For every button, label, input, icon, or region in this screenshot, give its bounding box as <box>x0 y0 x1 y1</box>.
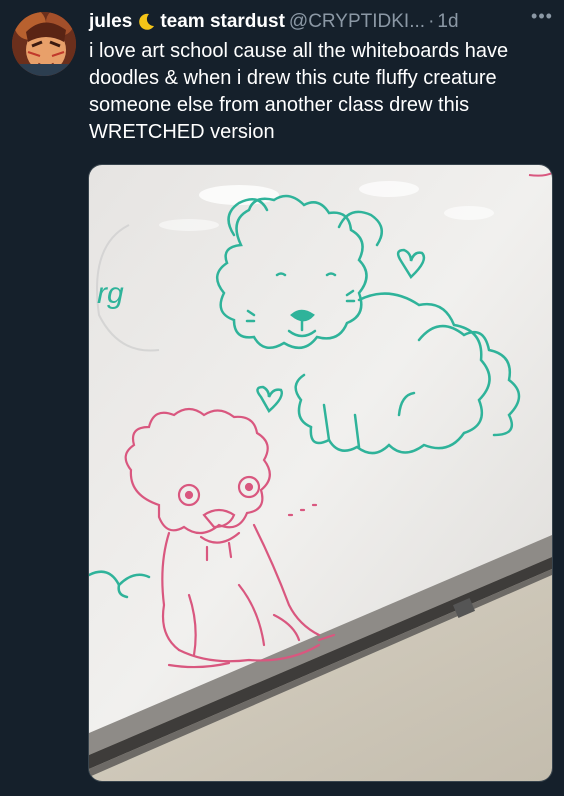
tweet-text: i love art school cause all the whiteboa… <box>89 40 509 143</box>
crescent-moon-icon <box>136 12 156 32</box>
team-label[interactable]: team stardust <box>160 11 285 33</box>
avatar[interactable] <box>12 12 76 76</box>
avatar-illustration <box>12 12 76 76</box>
more-icon: ••• <box>531 6 553 26</box>
board-text: rg <box>97 277 124 310</box>
whiteboard-photo: rg <box>89 165 552 781</box>
tweet-actions-row <box>90 788 550 796</box>
timestamp[interactable]: 1d <box>437 11 458 33</box>
tweet-header: jules team stardust @CRYPTIDKI... · 1d <box>89 9 554 35</box>
more-options-button[interactable]: ••• <box>530 7 554 29</box>
tweet[interactable]: jules team stardust @CRYPTIDKI... · 1d •… <box>0 0 564 796</box>
display-name[interactable]: jules <box>89 11 132 33</box>
tweet-photo[interactable]: rg <box>88 164 553 782</box>
user-handle[interactable]: @CRYPTIDKI... <box>289 11 425 33</box>
separator: · <box>428 11 435 32</box>
